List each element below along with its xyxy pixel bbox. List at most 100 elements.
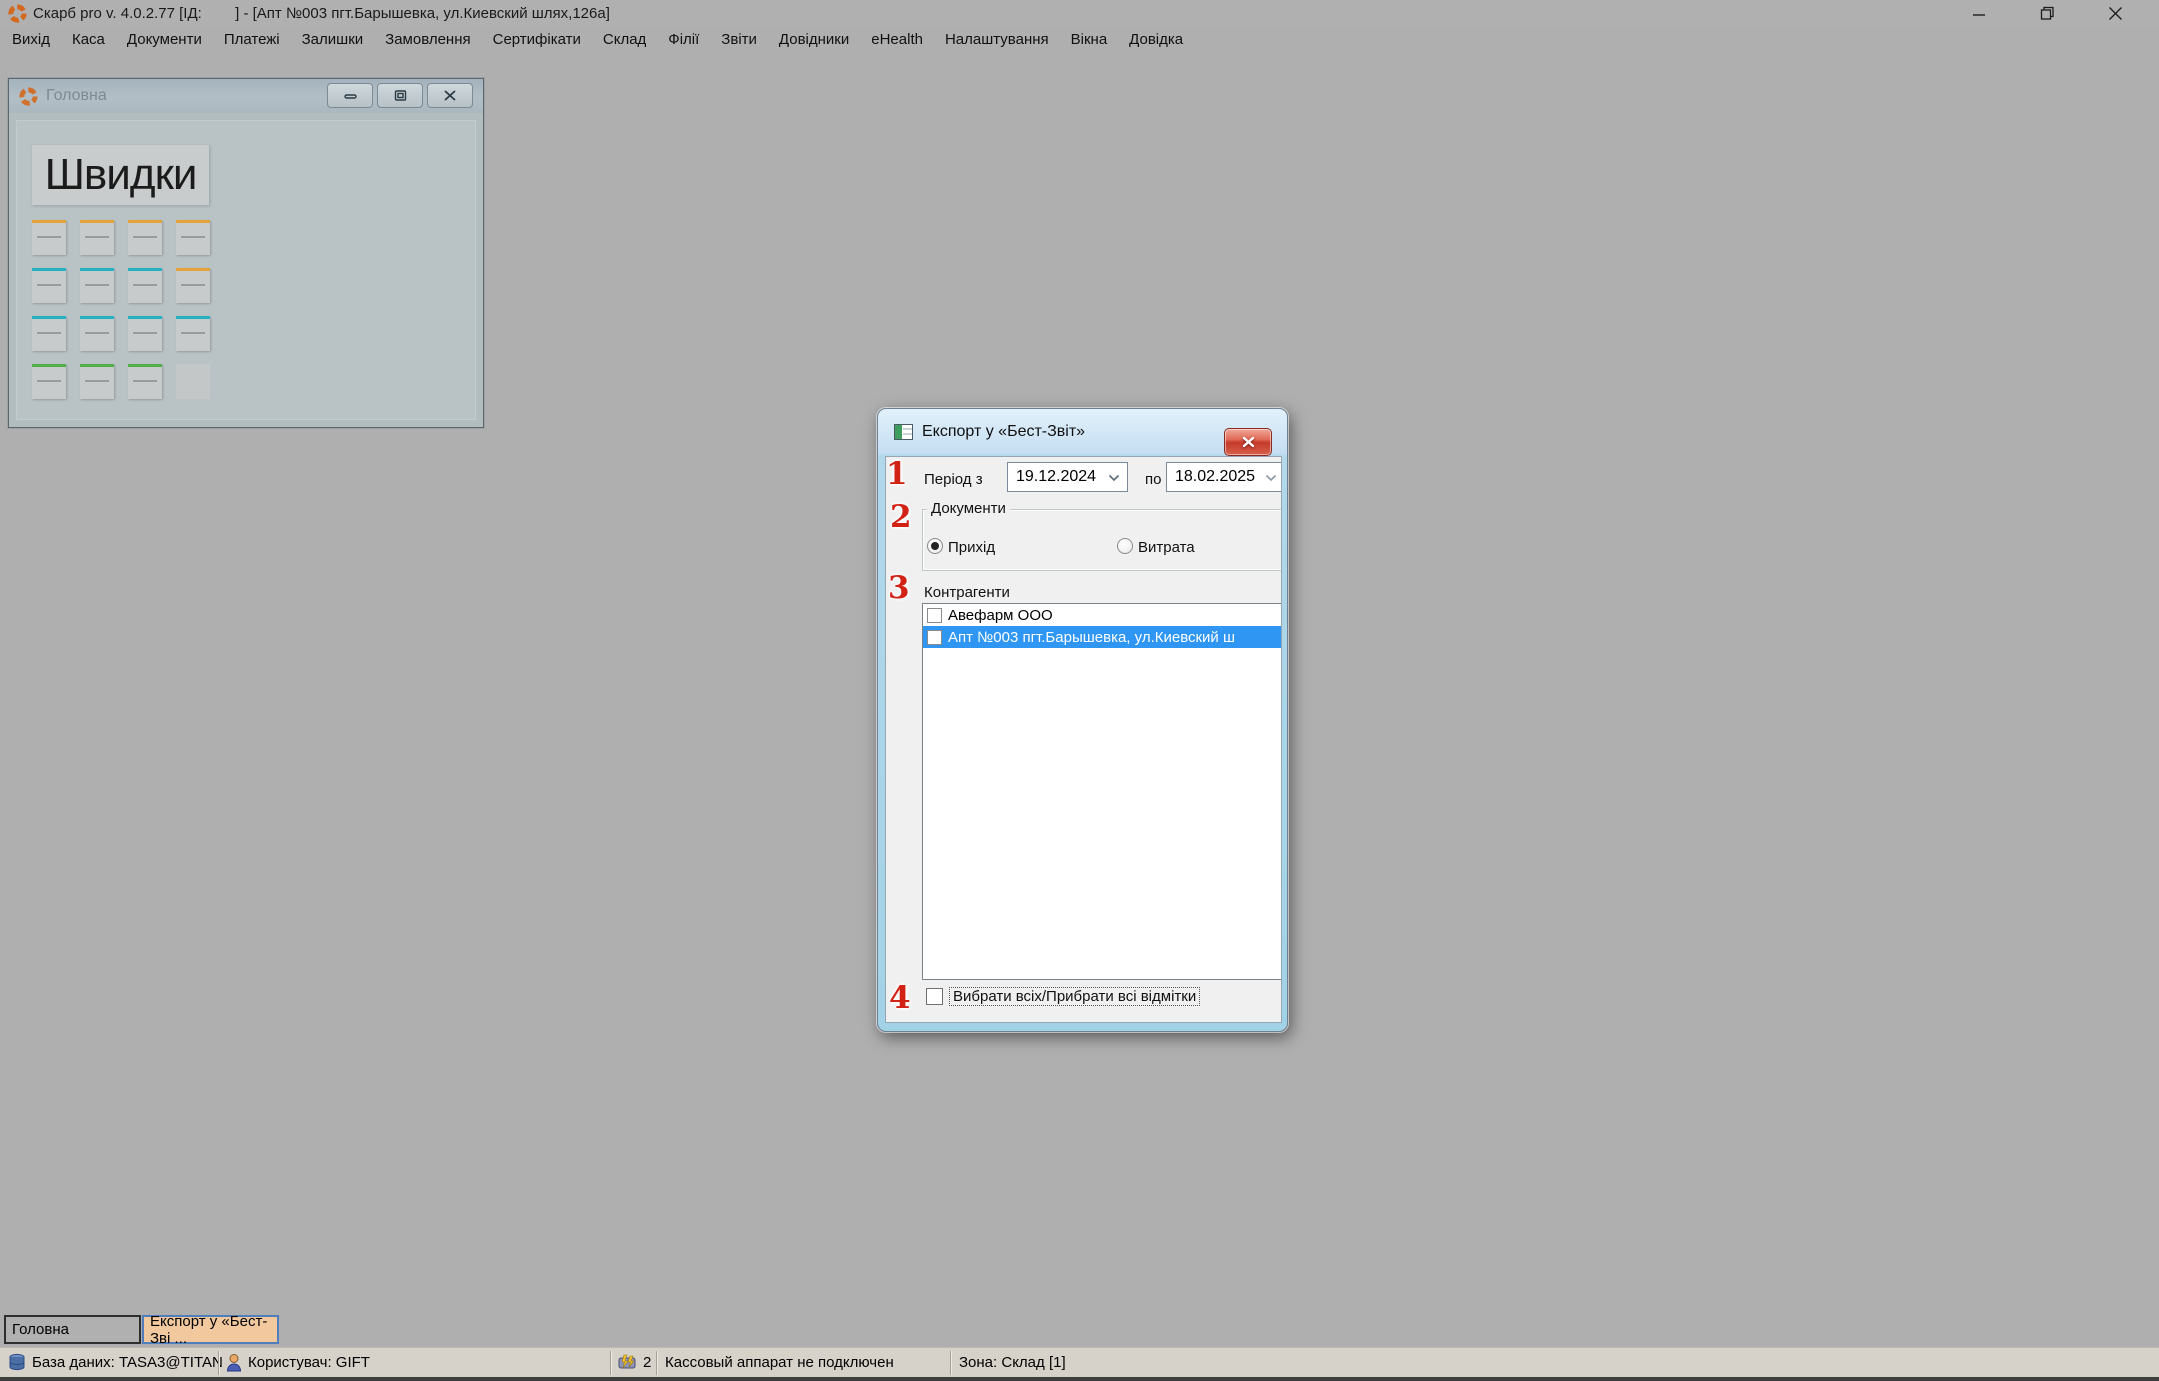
menu-item-11[interactable]: Довідники [768,28,860,51]
row-checkbox[interactable] [927,630,942,645]
menu-item-14[interactable]: Вікна [1060,28,1119,51]
counterparty-list[interactable]: Авефарм ОООАпт №003 пгт.Барышевка, ул.Ки… [922,603,1282,980]
cash-register-icon [618,1353,638,1371]
select-all-checkbox[interactable] [926,988,943,1005]
radio-vytrata[interactable] [1117,538,1133,554]
tile-color-bar [176,220,210,223]
main-title-bar: Скарб pro v. 4.0.2.77 [ІД: ] - [Апт №003… [0,0,2159,27]
taskbar: ГоловнаЕкспорт у «Бест-Зві ... [0,1313,2159,1347]
quick-tile-10[interactable] [80,316,114,351]
statusbar-separator [610,1351,611,1375]
window-controls [1945,0,2149,27]
annotation-1: 1 [886,459,908,490]
menu-item-1[interactable]: Вихід [1,28,61,51]
quick-tile-8[interactable] [176,268,210,303]
counterparty-row-2[interactable]: Апт №003 пгт.Барышевка, ул.Киевский ш [923,626,1282,648]
menu-item-3[interactable]: Документи [116,28,213,51]
child-window-title: Головна [46,87,107,105]
child-restore-button[interactable] [377,83,423,108]
task-tab-1[interactable]: Головна [4,1315,141,1344]
period-to-value: 18.02.2025 [1175,468,1255,486]
statusbar-separator [218,1351,219,1375]
quick-access-header: Швидки [32,145,209,205]
tile-caption [37,284,60,286]
row-checkbox[interactable] [927,608,942,623]
quick-tile-5[interactable] [32,268,66,303]
annotation-3: 3 [888,573,910,604]
tile-color-bar [80,316,114,319]
child-close-button[interactable] [427,83,473,108]
menu-item-5[interactable]: Залишки [291,28,375,51]
restore-button[interactable] [2013,0,2081,27]
menu-item-15[interactable]: Довідка [1118,28,1194,51]
tile-caption [181,284,204,286]
dialog-title-bar[interactable]: Експорт у «Бест-Звіт» [878,409,1287,456]
documents-groupbox: Документи Прихід Витрата [922,509,1282,571]
quick-tile-4[interactable] [176,220,210,255]
dialog-body: Період з 19.12.2024 по 18.02.2025 Докуме… [885,456,1282,1023]
dialog-close-button[interactable] [1224,428,1272,456]
task-tab-2[interactable]: Експорт у «Бест-Зві ... [142,1315,279,1344]
tile-color-bar [128,220,162,223]
menu-bar: ВихідКасаДокументиПлатежіЗалишкиЗамовлен… [0,27,2159,52]
menu-item-4[interactable]: Платежі [213,28,291,51]
tile-caption [85,380,108,382]
child-window-content: Швидки [9,113,483,427]
tile-caption [37,332,60,334]
quick-tile-9[interactable] [32,316,66,351]
period-to-label: по [1145,471,1161,488]
tile-color-bar [32,220,66,223]
tile-caption [37,236,60,238]
menu-item-6[interactable]: Замовлення [374,28,481,51]
tile-color-bar [80,220,114,223]
annotation-2: 2 [890,502,912,533]
quick-tile-7[interactable] [128,268,162,303]
counterparties-label: Контрагенти [924,584,1010,601]
tile-caption [37,380,60,382]
child-logo-icon [19,87,38,106]
tile-caption [133,380,156,382]
radio-prihid[interactable] [927,538,943,554]
tile-color-bar [128,268,162,271]
tile-caption [85,236,108,238]
quick-tile-11[interactable] [128,316,162,351]
quick-tile-13[interactable] [32,364,66,399]
counterparty-row-1[interactable]: Авефарм ООО [923,604,1282,626]
zone-status: Зона: Склад [1] [959,1354,1066,1371]
tile-caption [181,332,204,334]
period-from-value: 19.12.2024 [1016,468,1096,486]
tile-color-bar [80,268,114,271]
menu-item-13[interactable]: Налаштування [934,28,1060,51]
dialog-title: Експорт у «Бест-Звіт» [922,423,1085,441]
period-from-select[interactable]: 19.12.2024 [1007,462,1128,492]
close-button[interactable] [2081,0,2149,27]
quick-tile-3[interactable] [128,220,162,255]
tile-grid [32,220,222,410]
quick-tile-6[interactable] [80,268,114,303]
quick-tile-14[interactable] [80,364,114,399]
menu-item-8[interactable]: Склад [592,28,657,51]
child-minimize-button[interactable] [327,83,373,108]
quick-tile-12[interactable] [176,316,210,351]
quick-tile-2[interactable] [80,220,114,255]
menu-item-7[interactable]: Сертифікати [482,28,592,51]
menu-item-9[interactable]: Філії [657,28,710,51]
period-to-select[interactable]: 18.02.2025 [1166,462,1282,492]
minimize-button[interactable] [1945,0,2013,27]
select-all-label[interactable]: Вибрати всіх/Прибрати всі відмітки [950,988,1199,1005]
menu-item-12[interactable]: eHealth [860,28,934,51]
quick-tile-15[interactable] [128,364,162,399]
tile-color-bar [32,364,66,367]
status-bar: База даних: TASA3@TITAN Користувач: GIFT… [0,1347,2159,1381]
menu-item-2[interactable]: Каса [61,28,116,51]
radio-prihid-label: Прихід [948,539,995,556]
statusbar-separator [950,1351,951,1375]
menu-item-10[interactable]: Звіти [710,28,768,51]
child-window-home: Головна Швидки [8,78,484,428]
quick-tile-16[interactable] [176,364,210,399]
child-title-bar[interactable]: Головна [9,79,483,113]
tile-caption [133,284,156,286]
quick-tile-1[interactable] [32,220,66,255]
tile-caption [133,332,156,334]
quick-access-panel: Швидки [16,120,476,420]
